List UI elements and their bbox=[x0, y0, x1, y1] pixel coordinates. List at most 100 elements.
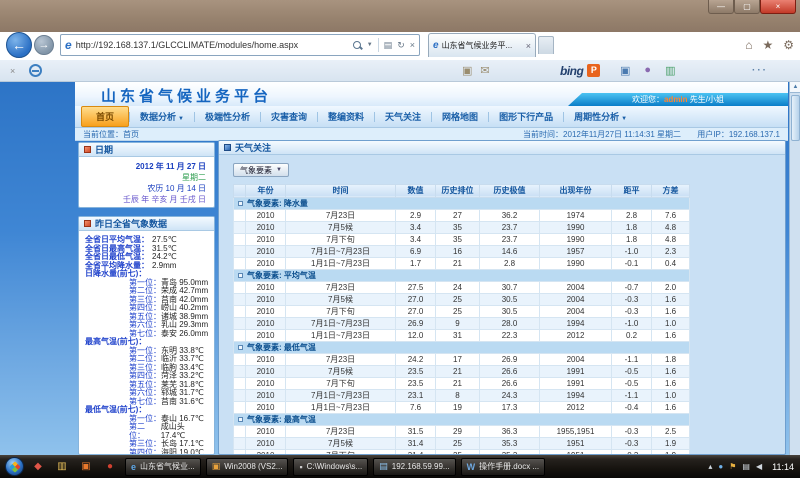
table-cell: 7月1日~7月23日 bbox=[286, 389, 396, 401]
start-button[interactable] bbox=[5, 457, 24, 476]
page-scrollbar[interactable]: ▲ bbox=[789, 82, 800, 455]
table-cell: -1.1 bbox=[612, 353, 652, 365]
stop-icon[interactable]: × bbox=[410, 40, 415, 50]
table-cell: 2010 bbox=[246, 221, 286, 233]
plugin-weather-icon[interactable]: ● bbox=[644, 64, 651, 77]
tray-volume-icon[interactable]: ◀ bbox=[756, 462, 762, 471]
table-cell: 12.0 bbox=[396, 329, 436, 341]
taskbar-window-label: 操作手册.docx ... bbox=[479, 461, 539, 472]
tab-close-icon[interactable]: × bbox=[526, 41, 531, 51]
page-icon[interactable]: ▤ bbox=[384, 40, 393, 51]
table-cell: 1990 bbox=[540, 257, 612, 269]
scroll-up-icon[interactable]: ▲ bbox=[790, 82, 800, 93]
dropdown-icon[interactable]: ▼ bbox=[367, 42, 373, 48]
back-button[interactable]: ← bbox=[6, 32, 32, 58]
quicklaunch-folder-icon[interactable]: ▥ bbox=[52, 458, 72, 476]
search-icon[interactable] bbox=[353, 41, 362, 50]
tray-usb-icon[interactable]: ▤ bbox=[742, 462, 750, 471]
table-cell: 2.8 bbox=[480, 257, 540, 269]
tab-title[interactable]: 山东省气候业务平... bbox=[442, 40, 523, 51]
nav-item-1[interactable]: 首页 bbox=[81, 106, 129, 127]
table-cell: 7.6 bbox=[652, 209, 690, 221]
tray-network-icon[interactable]: ● bbox=[718, 462, 723, 471]
column-header[interactable]: 出现年份 bbox=[540, 184, 612, 197]
section-row[interactable]: 气象要素: 降水量 bbox=[234, 197, 690, 209]
new-tab-button[interactable] bbox=[538, 36, 554, 54]
table-cell: -0.5 bbox=[612, 377, 652, 389]
nav-item-8[interactable]: 图形下行产品 bbox=[489, 107, 563, 126]
address-bar[interactable]: e http://192.168.137.1/GLCCLIMATE/module… bbox=[60, 34, 420, 56]
forward-button[interactable]: → bbox=[34, 35, 54, 55]
scrollbar-thumb[interactable] bbox=[791, 95, 800, 141]
taskbar-window-5[interactable]: W操作手册.docx ... bbox=[461, 458, 546, 476]
column-header[interactable]: 年份 bbox=[246, 184, 286, 197]
nav-item-4[interactable]: 灾害查询 bbox=[261, 107, 317, 126]
quicklaunch-player-icon[interactable]: ● bbox=[100, 458, 120, 476]
row-expand-cell bbox=[234, 293, 246, 305]
table-cell: 1994 bbox=[540, 389, 612, 401]
expand-icon[interactable] bbox=[238, 201, 243, 206]
column-header[interactable]: 历史极值 bbox=[480, 184, 540, 197]
table-row: 20107月5候23.52126.61991-0.51.6 bbox=[234, 365, 690, 377]
clock[interactable]: 11:14 bbox=[772, 462, 794, 472]
taskbar-window-1[interactable]: e山东省气候业... bbox=[125, 458, 201, 476]
panel-icon bbox=[224, 144, 231, 151]
nav-item-7[interactable]: 网格地图 bbox=[432, 107, 488, 126]
plugin-disc-icon[interactable]: ▣ bbox=[620, 64, 630, 77]
browser-tab[interactable]: e 山东省气候业务平... × bbox=[428, 33, 536, 57]
column-header[interactable]: 方差 bbox=[652, 184, 690, 197]
section-row[interactable]: 气象要素: 平均气温 bbox=[234, 269, 690, 281]
table-cell: 7.6 bbox=[396, 401, 436, 413]
nav-item-6[interactable]: 天气关注 bbox=[375, 107, 431, 126]
more-icon[interactable]: ··· bbox=[752, 65, 768, 76]
compatibility-icon[interactable] bbox=[29, 64, 42, 77]
nav-item-2[interactable]: 数据分析▼ bbox=[130, 107, 194, 126]
table-cell: 31.4 bbox=[396, 437, 436, 449]
quicklaunch-icon-2[interactable]: ▣ bbox=[76, 458, 96, 476]
nav-item-9[interactable]: 周期性分析▼ bbox=[564, 107, 637, 126]
taskbar-window-4[interactable]: ▤192.168.59.99... bbox=[373, 458, 455, 476]
url-text[interactable]: http://192.168.137.1/GLCCLIMATE/modules/… bbox=[76, 40, 349, 50]
camera-icon[interactable]: ▣ bbox=[462, 64, 472, 77]
bing-logo[interactable]: bing bbox=[560, 64, 583, 78]
section-row[interactable]: 气象要素: 最高气温 bbox=[234, 413, 690, 425]
calendar-icon bbox=[84, 146, 91, 153]
table-cell: 36.3 bbox=[480, 425, 540, 437]
table-cell: -1.1 bbox=[612, 389, 652, 401]
column-header[interactable]: 数值 bbox=[396, 184, 436, 197]
tray-flag-icon[interactable]: ⚑ bbox=[729, 462, 736, 471]
row-expand-cell bbox=[234, 377, 246, 389]
site-favicon: e bbox=[65, 38, 72, 52]
window-titlebar[interactable]: — ▢ × bbox=[0, 0, 800, 32]
row-expand-cell bbox=[234, 305, 246, 317]
expand-icon[interactable] bbox=[238, 273, 243, 278]
rank-value: 泰安 26.0mm bbox=[161, 330, 208, 339]
element-filter-button[interactable]: 气象要素 ▼ bbox=[233, 163, 289, 177]
column-header[interactable]: 距平 bbox=[612, 184, 652, 197]
tray-up-icon[interactable]: ▴ bbox=[708, 462, 712, 471]
maximize-button[interactable]: ▢ bbox=[734, 0, 760, 14]
tools-icon[interactable]: ⚙ bbox=[783, 38, 794, 52]
quicklaunch-icon-1[interactable]: ◆ bbox=[28, 458, 48, 476]
expand-icon[interactable] bbox=[238, 417, 243, 422]
toolbar-close-icon[interactable]: × bbox=[10, 66, 15, 76]
weather-table: 年份时间数值历史排位历史极值出现年份距平方差 气象要素: 降水量20107月23… bbox=[233, 184, 690, 456]
mail-icon[interactable]: ✉ bbox=[480, 64, 489, 77]
refresh-icon[interactable]: ↻ bbox=[397, 40, 405, 51]
section-row[interactable]: 气象要素: 最低气温 bbox=[234, 341, 690, 353]
minimize-button[interactable]: — bbox=[708, 0, 734, 14]
close-button[interactable]: × bbox=[760, 0, 796, 14]
nav-item-3[interactable]: 极端性分析 bbox=[195, 107, 260, 126]
favorites-icon[interactable]: ★ bbox=[762, 38, 773, 52]
table-cell: 1991 bbox=[540, 365, 612, 377]
column-header[interactable]: 时间 bbox=[286, 184, 396, 197]
nav-item-5[interactable]: 整编资料 bbox=[318, 107, 374, 126]
taskbar-window-2[interactable]: ▣Win2008 (VS2... bbox=[206, 458, 289, 476]
plugin-apps-icon[interactable]: ▥ bbox=[665, 64, 675, 77]
bing-badge-icon[interactable]: P bbox=[587, 64, 600, 77]
table-cell: 1990 bbox=[540, 221, 612, 233]
taskbar-window-3[interactable]: ▪C:\Windows\s... bbox=[293, 458, 368, 476]
column-header[interactable]: 历史排位 bbox=[436, 184, 480, 197]
expand-icon[interactable] bbox=[238, 345, 243, 350]
home-icon[interactable]: ⌂ bbox=[745, 38, 752, 52]
